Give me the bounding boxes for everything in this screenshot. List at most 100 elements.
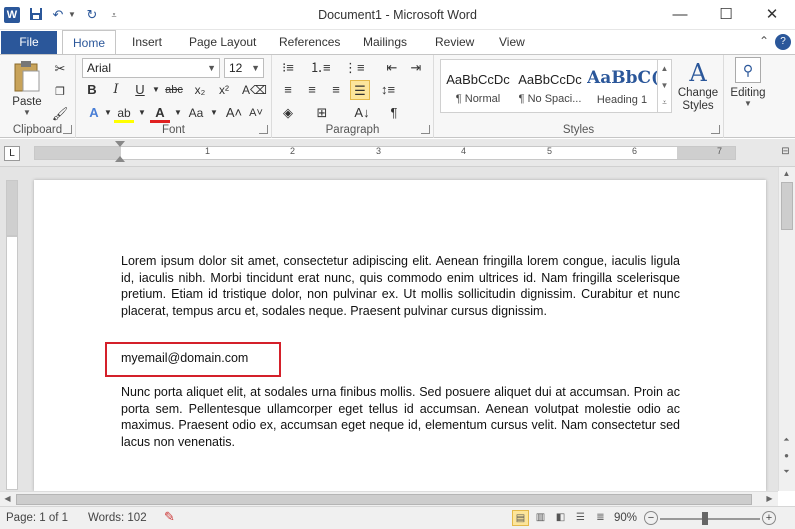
scroll-up-icon[interactable]: ▲ (779, 167, 794, 181)
borders-icon[interactable]: ⊞ (312, 103, 332, 123)
web-layout-icon[interactable]: ◧ (552, 510, 569, 526)
word-count[interactable]: Words: 102 (88, 512, 147, 524)
clipboard-group: Paste ▼ ✂ ❐ 🖌 Clipboard (0, 55, 76, 138)
first-line-indent-marker[interactable] (115, 141, 125, 147)
tab-page-layout[interactable]: Page Layout (189, 35, 256, 49)
gallery-scroll[interactable]: ▲ ▼ ⩡ (657, 60, 671, 112)
tab-mailings[interactable]: Mailings (363, 35, 407, 49)
justify-icon[interactable]: ☰ (350, 80, 370, 100)
gallery-up-icon[interactable]: ▲ (658, 60, 671, 77)
font-color-icon[interactable]: A (150, 103, 170, 123)
show-formatting-icon[interactable]: ¶ (384, 103, 404, 123)
gallery-down-icon[interactable]: ▼ (658, 77, 671, 94)
editing-button[interactable]: ⚲ Editing ▼ (728, 57, 768, 119)
vertical-ruler[interactable] (6, 236, 18, 490)
font-name-combo[interactable]: Arial ▼ (82, 58, 220, 78)
help-icon[interactable]: ? (775, 34, 791, 50)
highlight-dropdown-icon[interactable]: ▼ (132, 103, 152, 123)
change-case-icon[interactable]: Aa (186, 103, 206, 123)
full-screen-reading-icon[interactable]: ▥ (532, 510, 549, 526)
grow-font-icon[interactable]: A˄ (224, 103, 244, 123)
draft-view-icon[interactable]: ≣ (592, 510, 609, 526)
font-group: Arial ▼ 12 ▼ A B I U ▼ abc x₂ x² A⌫ A ▼ … (76, 55, 272, 138)
zoom-level[interactable]: 90% (614, 512, 637, 524)
tab-home[interactable]: Home (62, 30, 117, 54)
tab-file[interactable]: File (1, 31, 57, 54)
decrease-indent-icon[interactable]: ⇤ (382, 58, 402, 78)
close-button[interactable]: ✕ (749, 0, 795, 30)
font-size-combo[interactable]: 12 ▼ (224, 58, 264, 78)
increase-indent-icon[interactable]: ⇥ (406, 58, 426, 78)
next-page-icon[interactable]: ⏷ (779, 465, 794, 479)
tab-references[interactable]: References (279, 35, 340, 49)
paragraph-1[interactable]: Lorem ipsum dolor sit amet, consectetur … (121, 253, 680, 319)
previous-page-icon[interactable]: ⏶ (779, 433, 794, 447)
change-case-dropdown-icon[interactable]: ▼ (204, 103, 224, 123)
format-painter-icon[interactable]: 🖌 (50, 104, 70, 124)
gallery-more-icon[interactable]: ⩡ (658, 94, 671, 111)
shading-icon[interactable]: ◈ (278, 103, 298, 123)
print-layout-view-icon[interactable]: ▤ (512, 510, 529, 526)
align-right-icon[interactable]: ≡ (326, 80, 346, 100)
zoom-out-button[interactable]: − (644, 511, 658, 525)
paragraph-2[interactable]: Nunc porta aliquet elit, at sodales urna… (121, 384, 680, 450)
minimize-button[interactable]: — (657, 0, 703, 30)
tab-selector-icon[interactable]: L (4, 146, 20, 161)
sort-icon[interactable]: A↓ (352, 103, 372, 123)
tab-view[interactable]: View (499, 35, 525, 49)
select-browse-object-icon[interactable]: ● (779, 449, 794, 463)
change-styles-button[interactable]: A Change Styles (676, 59, 720, 119)
bold-button[interactable]: B (82, 80, 102, 100)
scroll-left-icon[interactable]: ◀ (0, 492, 15, 506)
paragraph-launcher-icon[interactable] (421, 125, 430, 134)
proofing-icon[interactable]: ✎ (164, 509, 175, 525)
numbering-icon[interactable]: ⒈≡ (310, 58, 331, 78)
change-styles-label: Change (677, 87, 719, 99)
strikethrough-button[interactable]: abc (164, 80, 184, 100)
underline-dropdown-icon[interactable]: ▼ (146, 80, 166, 100)
document-page[interactable]: Lorem ipsum dolor sit amet, consectetur … (34, 180, 766, 491)
maximize-button[interactable]: ☐ (703, 0, 749, 30)
view-ruler-icon[interactable]: ⊟ (778, 146, 793, 161)
tab-insert[interactable]: Insert (132, 35, 162, 49)
zoom-in-button[interactable]: + (762, 511, 776, 525)
ruler-left-margin (35, 147, 121, 159)
paste-button[interactable]: Paste ▼ (10, 59, 44, 117)
outline-view-icon[interactable]: ☰ (572, 510, 589, 526)
scroll-right-icon[interactable]: ▶ (762, 492, 777, 506)
align-left-icon[interactable]: ≡ (278, 80, 298, 100)
align-center-icon[interactable]: ≡ (302, 80, 322, 100)
superscript-button[interactable]: x² (214, 80, 234, 100)
style-normal[interactable]: AaBbCcDc ¶ Normal (443, 62, 513, 110)
vertical-scroll-thumb[interactable] (781, 182, 793, 230)
hanging-indent-marker[interactable] (115, 156, 125, 162)
copy-icon[interactable]: ❐ (50, 82, 70, 102)
clear-formatting-icon[interactable]: A⌫ (242, 80, 267, 100)
font-launcher-icon[interactable] (259, 125, 268, 134)
highlight-color-icon[interactable]: ab (114, 103, 134, 123)
line-spacing-icon[interactable]: ↕≡ (378, 80, 398, 100)
horizontal-scrollbar[interactable]: ◀ ▶ (0, 491, 778, 506)
tab-review[interactable]: Review (435, 35, 474, 49)
editing-label: Editing (730, 87, 766, 99)
zoom-slider[interactable] (660, 518, 760, 520)
font-color-dropdown-icon[interactable]: ▼ (168, 103, 188, 123)
subscript-button[interactable]: x₂ (190, 80, 210, 100)
bullets-icon[interactable]: ⁝≡ (278, 58, 298, 78)
horizontal-scroll-thumb[interactable] (16, 494, 752, 505)
cut-icon[interactable]: ✂ (50, 59, 70, 79)
styles-launcher-icon[interactable] (711, 125, 720, 134)
shrink-font-icon[interactable]: A˅ (246, 103, 266, 123)
style-heading-1[interactable]: AaBbC( Heading 1 (587, 62, 657, 110)
multilevel-list-icon[interactable]: ⋮≡ (344, 58, 365, 78)
style-no-spacing[interactable]: AaBbCcDc ¶ No Spaci... (515, 62, 585, 110)
page-count[interactable]: Page: 1 of 1 (6, 512, 68, 524)
style-name: ¶ Normal (455, 93, 501, 105)
vertical-scrollbar[interactable]: ▲ ⏶ ● ⏷ (778, 167, 795, 491)
italic-button[interactable]: I (106, 80, 126, 100)
change-styles-label: Styles (682, 100, 714, 112)
minimize-ribbon-icon[interactable]: ⌃ (756, 34, 772, 50)
clipboard-launcher-icon[interactable] (63, 125, 72, 134)
horizontal-ruler[interactable]: 1 2 3 4 5 6 7 (34, 146, 736, 160)
zoom-slider-thumb[interactable] (702, 512, 708, 525)
